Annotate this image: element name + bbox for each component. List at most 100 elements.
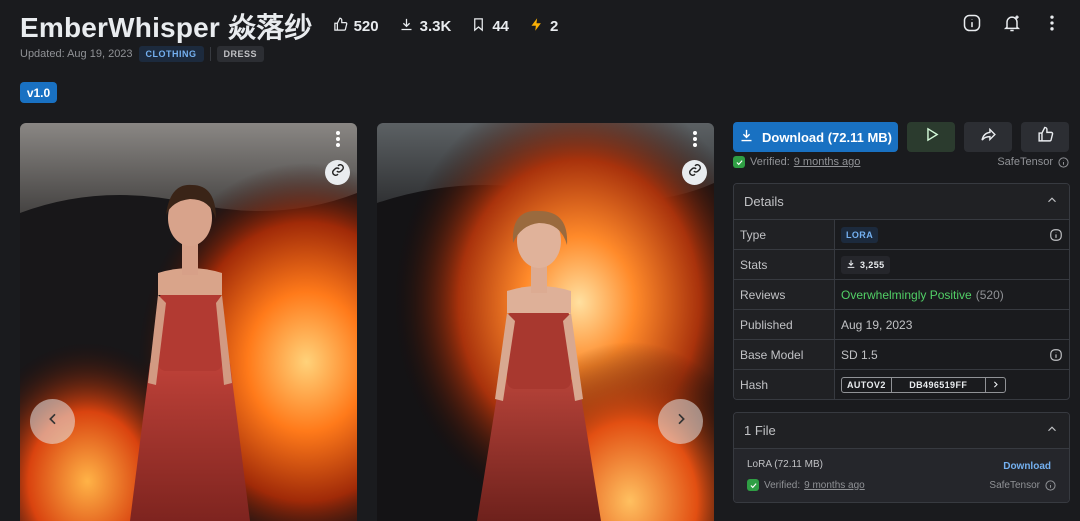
divider [209,47,211,61]
info-icon[interactable] [1049,348,1063,362]
info-button[interactable] [956,9,988,41]
updated-date: Updated: Aug 19, 2023 [20,48,133,60]
image-menu-button[interactable] [329,129,347,153]
bookmarks-count: 44 [492,17,509,35]
files-panel: 1 File LoRA (72.11 MB) Download Verified… [733,412,1070,503]
downloads-badge: 3,255 [841,255,890,274]
header-actions [956,9,1068,41]
bolt-icon [529,17,544,36]
downloads-stat: 3.3K [399,17,452,36]
verified-label: Verified: [750,156,790,168]
shield-check-icon [733,156,745,168]
details-title: Details [744,194,784,209]
page-title: EmberWhisper 焱落纱 [20,12,313,43]
details-panel: Details Type LORA Stats 3,255 Reviews Ov… [733,183,1070,400]
image-link-button[interactable] [325,160,350,185]
file-download-link[interactable]: Download [1003,461,1051,472]
tag-dress[interactable]: DRESS [216,46,265,62]
model-actions: Download (72.11 MB) [733,122,1069,152]
download-icon [846,259,856,271]
bookmarks-stat: 44 [471,17,509,36]
reviews-rating-link[interactable]: Overwhelmingly Positive [841,288,972,302]
bell-plus-icon [1002,13,1022,38]
chevron-right-icon [673,411,689,432]
lava-dress-image [377,123,714,521]
verified-label: Verified: [764,479,801,491]
likes-count: 520 [353,17,379,35]
version-badge[interactable]: v1.0 [20,82,57,103]
details-key: Stats [734,250,835,279]
image-link-button[interactable] [682,160,707,185]
thumbs-up-icon [1037,126,1054,148]
info-icon[interactable] [1045,479,1056,491]
tag-clothing[interactable]: CLOTHING [138,46,204,62]
thumbs-up-icon [333,17,348,36]
details-row-type: Type LORA [734,219,1069,249]
verified-ago-link[interactable]: 9 months ago [804,480,865,491]
download-icon [399,17,414,36]
download-button[interactable]: Download (72.11 MB) [733,122,898,152]
type-badge: LORA [841,226,879,243]
details-header[interactable]: Details [734,184,1069,219]
run-button[interactable] [907,122,955,152]
info-icon[interactable] [1058,156,1069,168]
files-header[interactable]: 1 File [734,413,1069,448]
shield-check-icon [747,479,759,491]
details-key: Base Model [734,340,835,369]
bookmark-icon [471,17,486,36]
base-model-value: SD 1.5 [841,347,878,362]
details-key: Type [734,220,835,249]
reviews-count: (520) [975,287,1004,302]
details-row-published: Published Aug 19, 2023 [734,309,1069,339]
details-key: Published [734,310,835,339]
verification-row: Verified: 9 months ago SafeTensor [733,155,1069,169]
hash-value[interactable]: DB496519FF [892,377,986,392]
lava-dress-image [20,123,357,521]
details-row-stats: Stats 3,255 [734,249,1069,279]
file-verification: Verified: 9 months ago SafeTensor [747,479,1056,491]
carousel-prev-button[interactable] [30,399,75,444]
hash-widget[interactable]: AUTOV2 DB496519FF [841,376,1006,393]
files-title: 1 File [744,423,776,438]
format-label: SafeTensor [997,156,1053,168]
link-icon [688,163,702,182]
info-icon[interactable] [1049,228,1063,242]
kebab-icon [336,130,340,152]
buzz-count: 2 [550,17,559,35]
share-icon [980,126,997,148]
details-row-reviews: Reviews Overwhelmingly Positive (520) [734,279,1069,309]
share-button[interactable] [964,122,1012,152]
verified-ago-link[interactable]: 9 months ago [794,156,861,168]
kebab-icon [693,130,697,152]
link-icon [331,163,345,182]
notify-button[interactable] [996,9,1028,41]
details-key: Hash [734,370,835,399]
format-info: SafeTensor [989,480,1056,491]
downloads-count: 3.3K [419,17,452,35]
chevron-right-icon[interactable] [986,378,1005,392]
chevron-left-icon [45,411,61,432]
chevron-up-icon [1045,193,1059,210]
details-row-base-model: Base Model SD 1.5 [734,339,1069,369]
chevron-up-icon [1045,422,1059,439]
more-options-button[interactable] [1036,9,1068,41]
play-icon [923,126,940,148]
gallery-image-1[interactable] [20,123,357,521]
format-info: SafeTensor [997,156,1069,168]
published-date: Aug 19, 2023 [841,317,913,332]
meta-row: Updated: Aug 19, 2023 CLOTHING DRESS [20,46,265,62]
buzz-stat: 2 [529,17,558,36]
carousel-next-button[interactable] [658,399,703,444]
image-menu-button[interactable] [686,129,704,153]
kebab-icon [1042,13,1062,38]
info-icon [962,13,982,38]
download-label: Download (72.11 MB) [761,129,893,145]
file-item: LoRA (72.11 MB) Download Verified: 9 mon… [734,448,1069,502]
download-icon [739,128,754,146]
details-row-hash: Hash AUTOV2 DB496519FF [734,369,1069,399]
hash-algo[interactable]: AUTOV2 [842,377,892,392]
downloads-value: 3,255 [860,259,885,270]
gallery-image-2[interactable] [377,123,714,521]
like-button[interactable] [1021,122,1069,152]
format-label: SafeTensor [989,479,1040,491]
